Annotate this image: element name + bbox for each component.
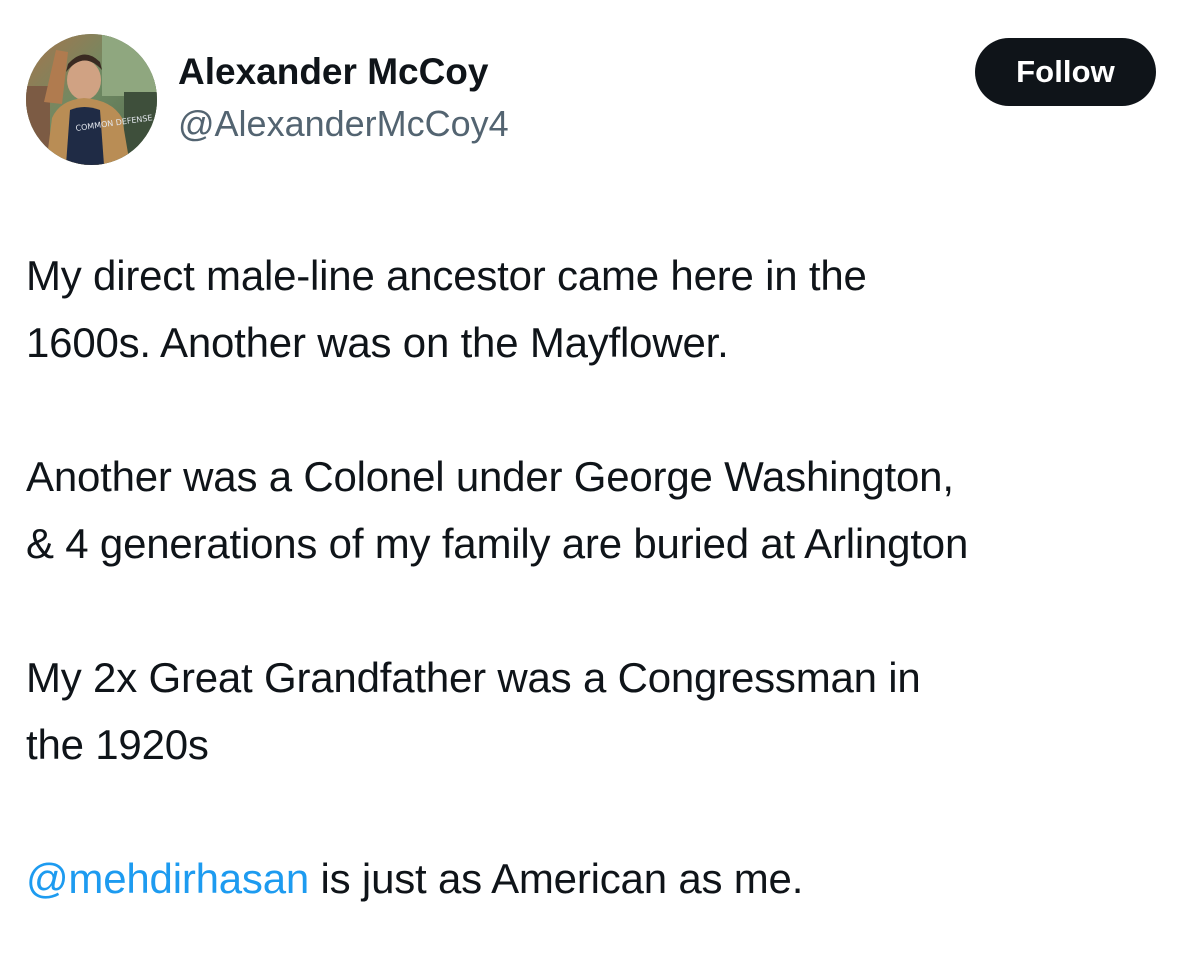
tweet-paragraph: Another was a Colonel under George Washi…: [26, 443, 1186, 577]
author-handle[interactable]: @AlexanderMcCoy4: [178, 100, 509, 148]
tweet-paragraph: My direct male-line ancestor came here i…: [26, 242, 1186, 376]
tweet-text: My direct male-line ancestor came here i…: [26, 242, 1186, 979]
tweet-paragraph: @mehdirhasan is just as American as me.: [26, 845, 1186, 912]
avatar[interactable]: COMMON DEFENSE: [26, 34, 157, 165]
tweet-paragraph: My 2x Great Grandfather was a Congressma…: [26, 644, 1186, 778]
tweet-header: COMMON DEFENSE Alexander McCoy @Alexande…: [26, 34, 1156, 166]
mention-link[interactable]: @mehdirhasan: [26, 855, 309, 902]
tweet-line: My direct male-line ancestor came here i…: [26, 252, 867, 299]
tweet-line: & 4 generations of my family are buried …: [26, 520, 969, 567]
tweet-line: the 1920s: [26, 721, 209, 768]
author-info: Alexander McCoy @AlexanderMcCoy4: [178, 48, 509, 148]
tweet-line: 1600s. Another was on the Mayflower.: [26, 319, 729, 366]
tweet-line: Another was a Colonel under George Washi…: [26, 453, 954, 500]
author-display-name[interactable]: Alexander McCoy: [178, 48, 509, 96]
follow-button[interactable]: Follow: [975, 38, 1156, 106]
tweet-closing-text: is just as American as me.: [309, 855, 804, 902]
avatar-photo-icon: COMMON DEFENSE: [26, 34, 157, 165]
tweet: COMMON DEFENSE Alexander McCoy @Alexande…: [0, 0, 1200, 958]
tweet-line: My 2x Great Grandfather was a Congressma…: [26, 654, 921, 701]
